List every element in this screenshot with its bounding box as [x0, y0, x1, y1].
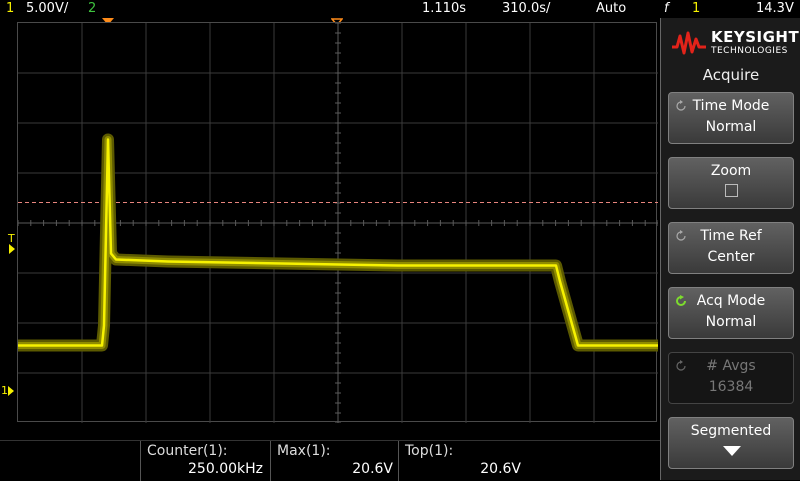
time-scale[interactable]: 310.0s/ [502, 0, 550, 18]
acq-mode-softkey[interactable]: Acq Mode Normal [668, 287, 794, 339]
measurement-counter[interactable]: Counter(1): 250.00kHz [140, 441, 269, 481]
softkey-value: Normal [705, 119, 757, 135]
avgs-softkey[interactable]: # Avgs 16384 [668, 352, 794, 404]
brand-subtitle: TECHNOLOGIES [711, 46, 788, 56]
ch1-scale[interactable]: 5.00V/ [26, 0, 68, 18]
time-delay[interactable]: 1.110s [422, 0, 466, 18]
softkey-value: Center [707, 249, 755, 265]
measurement-value: 20.6V [480, 461, 521, 477]
trigger-level-marker-icon[interactable] [9, 244, 15, 254]
softkey-panel: KEYSIGHT TECHNOLOGIES Acquire Time Mode … [660, 18, 800, 480]
ch2-number[interactable]: 2 [88, 0, 96, 18]
trigger-status: f 1 14.3V [660, 0, 800, 18]
keysight-wave-icon [672, 31, 706, 55]
measurement-value: 20.6V [352, 461, 393, 477]
softkey-label: # Avgs [706, 358, 756, 374]
checkbox-icon [725, 184, 738, 197]
trigger-source[interactable]: 1 [692, 0, 700, 18]
trigger-level[interactable]: 14.3V [756, 0, 794, 18]
brand-logo: KEYSIGHT TECHNOLOGIES [669, 24, 800, 64]
measurement-label: Max(1): [277, 443, 331, 459]
measurement-top[interactable]: Top(1): 20.6V [398, 441, 527, 481]
measurement-bar: Counter(1): 250.00kHz Max(1): 20.6V Top(… [0, 440, 660, 481]
softkey-label: Zoom [710, 163, 752, 179]
menu-title: Acquire [702, 66, 760, 84]
softkey-value: 16384 [708, 379, 754, 395]
trigger-mode[interactable]: Auto [596, 0, 626, 18]
softkey-label: Segmented [690, 423, 772, 439]
ch1-ground-marker-icon[interactable] [8, 386, 14, 396]
time-mode-softkey[interactable]: Time Mode Normal [668, 92, 794, 144]
ground-label: 1 [1, 384, 8, 397]
left-gutter: T 1 [0, 18, 17, 428]
softkey-label: Acq Mode [696, 293, 766, 309]
measurement-label: Top(1): [405, 443, 454, 459]
softkey-label: Time Mode [692, 98, 770, 114]
zoom-softkey[interactable]: Zoom [668, 157, 794, 209]
ch1-number[interactable]: 1 [6, 0, 14, 18]
segmented-softkey[interactable]: Segmented [668, 417, 794, 469]
measurement-value: 250.00kHz [188, 461, 263, 477]
status-bar: 1 5.00V/ 2 1.110s 310.0s/ Auto [0, 0, 660, 18]
brand-name: KEYSIGHT [711, 28, 800, 46]
waveform-canvas [18, 23, 658, 423]
time-ref-softkey[interactable]: Time Ref Center [668, 222, 794, 274]
down-arrow-icon [723, 446, 741, 456]
falling-edge-icon: f [664, 1, 669, 16]
waveform-display[interactable] [17, 22, 658, 423]
softkey-value: Normal [705, 314, 757, 330]
measurement-max[interactable]: Max(1): 20.6V [270, 441, 399, 481]
measurement-label: Counter(1): [147, 443, 228, 459]
softkey-label: Time Ref [700, 228, 762, 244]
